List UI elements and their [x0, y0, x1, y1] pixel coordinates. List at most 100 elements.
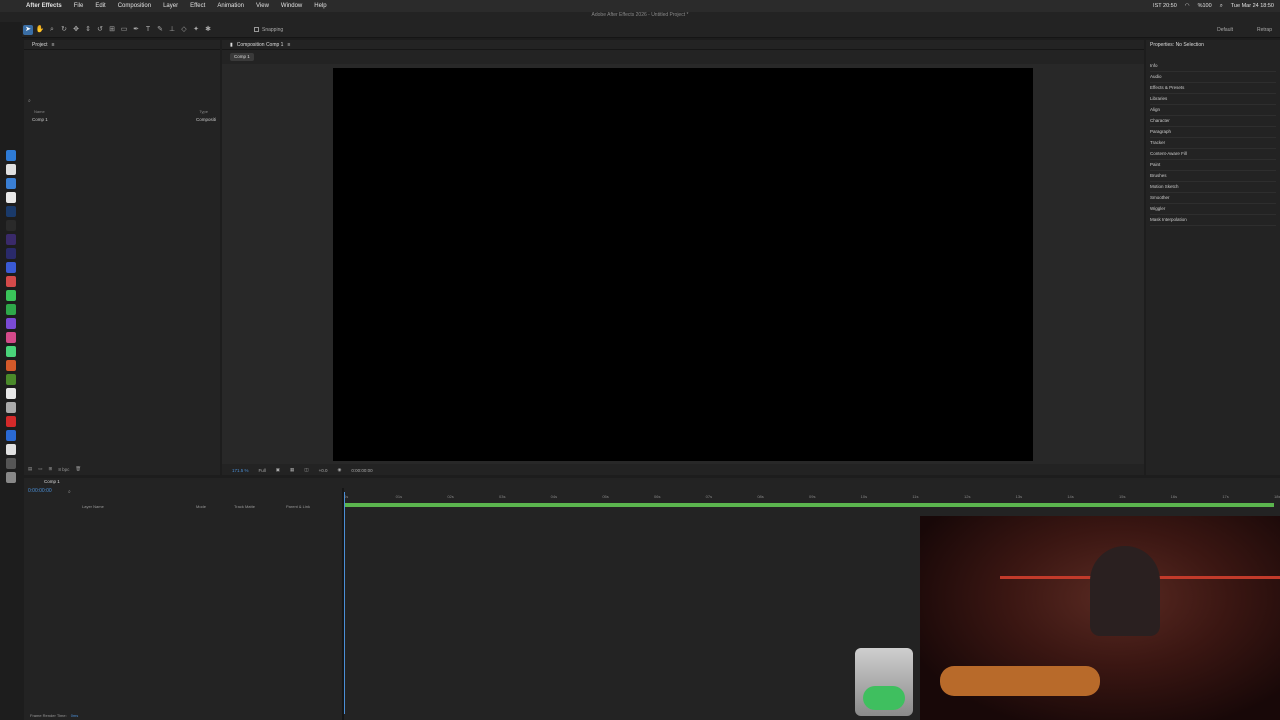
panel-effects-presets[interactable]: Effects & Presets [1150, 83, 1276, 94]
finder-icon[interactable] [6, 150, 16, 161]
photoshop-icon[interactable] [6, 206, 16, 217]
app-icon-blue[interactable] [6, 430, 16, 441]
pen-tool-icon[interactable]: ✒ [131, 25, 141, 35]
menu-effect[interactable]: Effect [184, 3, 211, 9]
mask-visibility-icon[interactable]: ◫ [304, 467, 308, 473]
lock-icon[interactable]: ▮ [230, 42, 233, 48]
new-comp-icon[interactable]: ⊞ [49, 466, 53, 472]
panel-align[interactable]: Align [1150, 105, 1276, 116]
panel-paint[interactable]: Paint [1150, 160, 1276, 171]
type-tool-icon[interactable]: T [143, 25, 153, 35]
timeline-search-icon[interactable]: ⌕ [68, 489, 71, 495]
resolution-dropdown[interactable]: Full [259, 468, 266, 473]
panel-audio[interactable]: Audio [1150, 72, 1276, 83]
orbit-tool-icon[interactable]: ↻ [59, 25, 69, 35]
wifi-icon[interactable]: ◠ [1185, 3, 1190, 9]
dolly-tool-icon[interactable]: ⇕ [83, 25, 93, 35]
puppet-tool-icon[interactable]: ✱ [203, 25, 213, 35]
timeline-tab[interactable]: Comp 1 [24, 478, 1280, 486]
playhead[interactable] [344, 492, 345, 714]
messages-icon[interactable] [6, 290, 16, 301]
rectangle-tool-icon[interactable]: ▭ [119, 25, 129, 35]
app-icon-red[interactable] [6, 276, 16, 287]
menu-file[interactable]: File [68, 3, 90, 9]
new-folder-icon[interactable]: ▭ [38, 466, 42, 472]
app-icon-dark-green[interactable] [6, 374, 16, 385]
app-icon-orange[interactable] [6, 360, 16, 371]
work-area-bar[interactable] [344, 503, 1274, 507]
col-type[interactable]: Type [199, 109, 208, 117]
tab-comp-1[interactable]: Comp 1 [230, 53, 254, 61]
app-icon-purple[interactable] [6, 318, 16, 329]
hand-tool-icon[interactable]: ✋ [35, 25, 45, 35]
roto-brush-tool-icon[interactable]: ✦ [191, 25, 201, 35]
safari-icon[interactable] [6, 178, 16, 189]
trash-icon[interactable] [6, 472, 16, 483]
panel-brushes[interactable]: Brushes [1150, 171, 1276, 182]
menu-view[interactable]: View [250, 3, 275, 9]
clone-stamp-tool-icon[interactable]: ⊥ [167, 25, 177, 35]
workspace-default[interactable]: Default [1217, 27, 1233, 33]
media-encoder-icon[interactable] [6, 262, 16, 273]
magnification-dropdown[interactable]: 171.5 % [232, 468, 249, 473]
menu-layer[interactable]: Layer [157, 3, 184, 9]
menu-help[interactable]: Help [308, 3, 332, 9]
camera-icon[interactable]: ◉ [337, 467, 341, 473]
panel-character[interactable]: Character [1150, 116, 1276, 127]
interpret-footage-icon[interactable]: ▤ [28, 466, 32, 472]
trash-icon[interactable]: 🗑 [75, 466, 81, 472]
composition-canvas[interactable] [333, 68, 1033, 461]
clock-ist[interactable]: IST 20:50 [1153, 3, 1177, 9]
panel-info[interactable]: Info [1150, 61, 1276, 72]
menu-edit[interactable]: Edit [89, 3, 111, 9]
bpc-label[interactable]: 8 bpc [58, 467, 69, 472]
region-of-interest-icon[interactable]: ▣ [276, 467, 280, 473]
brush-tool-icon[interactable]: ✎ [155, 25, 165, 35]
menu-date-time[interactable]: Tue Mar 24 18:50 [1231, 3, 1274, 9]
panel-menu-icon[interactable]: ≡ [287, 42, 290, 48]
whatsapp-icon[interactable] [6, 304, 16, 315]
zoom-tool-icon[interactable]: ⌕ [47, 25, 57, 35]
panel-libraries[interactable]: Libraries [1150, 94, 1276, 105]
notes-icon[interactable] [6, 164, 16, 175]
composition-panel-title[interactable]: Composition Comp 1 [237, 42, 284, 48]
settings-icon[interactable] [6, 458, 16, 469]
menu-app-name[interactable]: After Effects [0, 3, 68, 9]
app-icon-green[interactable] [6, 346, 16, 357]
current-time-display[interactable]: 0:00:00:00 [351, 468, 372, 473]
menu-animation[interactable]: Animation [211, 3, 250, 9]
col-parent-link[interactable]: Parent & Link [286, 504, 310, 509]
panel-paragraph[interactable]: Paragraph [1150, 127, 1276, 138]
panel-content-aware-fill[interactable]: Content-Aware Fill [1150, 149, 1276, 160]
app-icon-pink[interactable] [6, 332, 16, 343]
selection-tool-icon[interactable]: ➤ [23, 24, 33, 35]
snapping-toggle[interactable]: Snapping [254, 27, 283, 33]
menu-window[interactable]: Window [275, 3, 308, 9]
col-mode[interactable]: Mode [196, 504, 206, 509]
snapping-checkbox[interactable] [254, 27, 259, 32]
rotate-tool-icon[interactable]: ↺ [95, 25, 105, 35]
timeline-current-time[interactable]: 0:00:00:00 [28, 488, 52, 494]
app-icon-white[interactable] [6, 388, 16, 399]
col-track-matte[interactable]: Track Matte [234, 504, 255, 509]
panel-wiggler[interactable]: Wiggler [1150, 204, 1276, 215]
pan-tool-icon[interactable]: ✥ [71, 25, 81, 35]
project-search-input[interactable]: ⌕ [28, 98, 214, 106]
eraser-tool-icon[interactable]: ◇ [179, 25, 189, 35]
list-item[interactable]: Comp 1 Compositi [28, 117, 220, 124]
illustrator-icon[interactable] [6, 220, 16, 231]
after-effects-icon[interactable] [6, 234, 16, 245]
pan-behind-tool-icon[interactable]: ⊞ [107, 25, 117, 35]
app-icon-light[interactable] [6, 444, 16, 455]
col-name[interactable]: Name [34, 109, 45, 117]
col-layer-name[interactable]: Layer Name [82, 504, 104, 509]
exposure-value[interactable]: +0.0 [319, 468, 328, 473]
search-icon[interactable]: ⌕ [1220, 3, 1223, 10]
app-icon-red-2[interactable] [6, 416, 16, 427]
panel-smoother[interactable]: Smoother [1150, 193, 1276, 204]
panel-menu-icon[interactable]: ≡ [52, 42, 55, 48]
battery-percent[interactable]: %100 [1198, 3, 1212, 9]
panel-tracker[interactable]: Tracker [1150, 138, 1276, 149]
app-icon-grey[interactable] [6, 402, 16, 413]
project-panel-title[interactable]: Project [32, 42, 48, 48]
